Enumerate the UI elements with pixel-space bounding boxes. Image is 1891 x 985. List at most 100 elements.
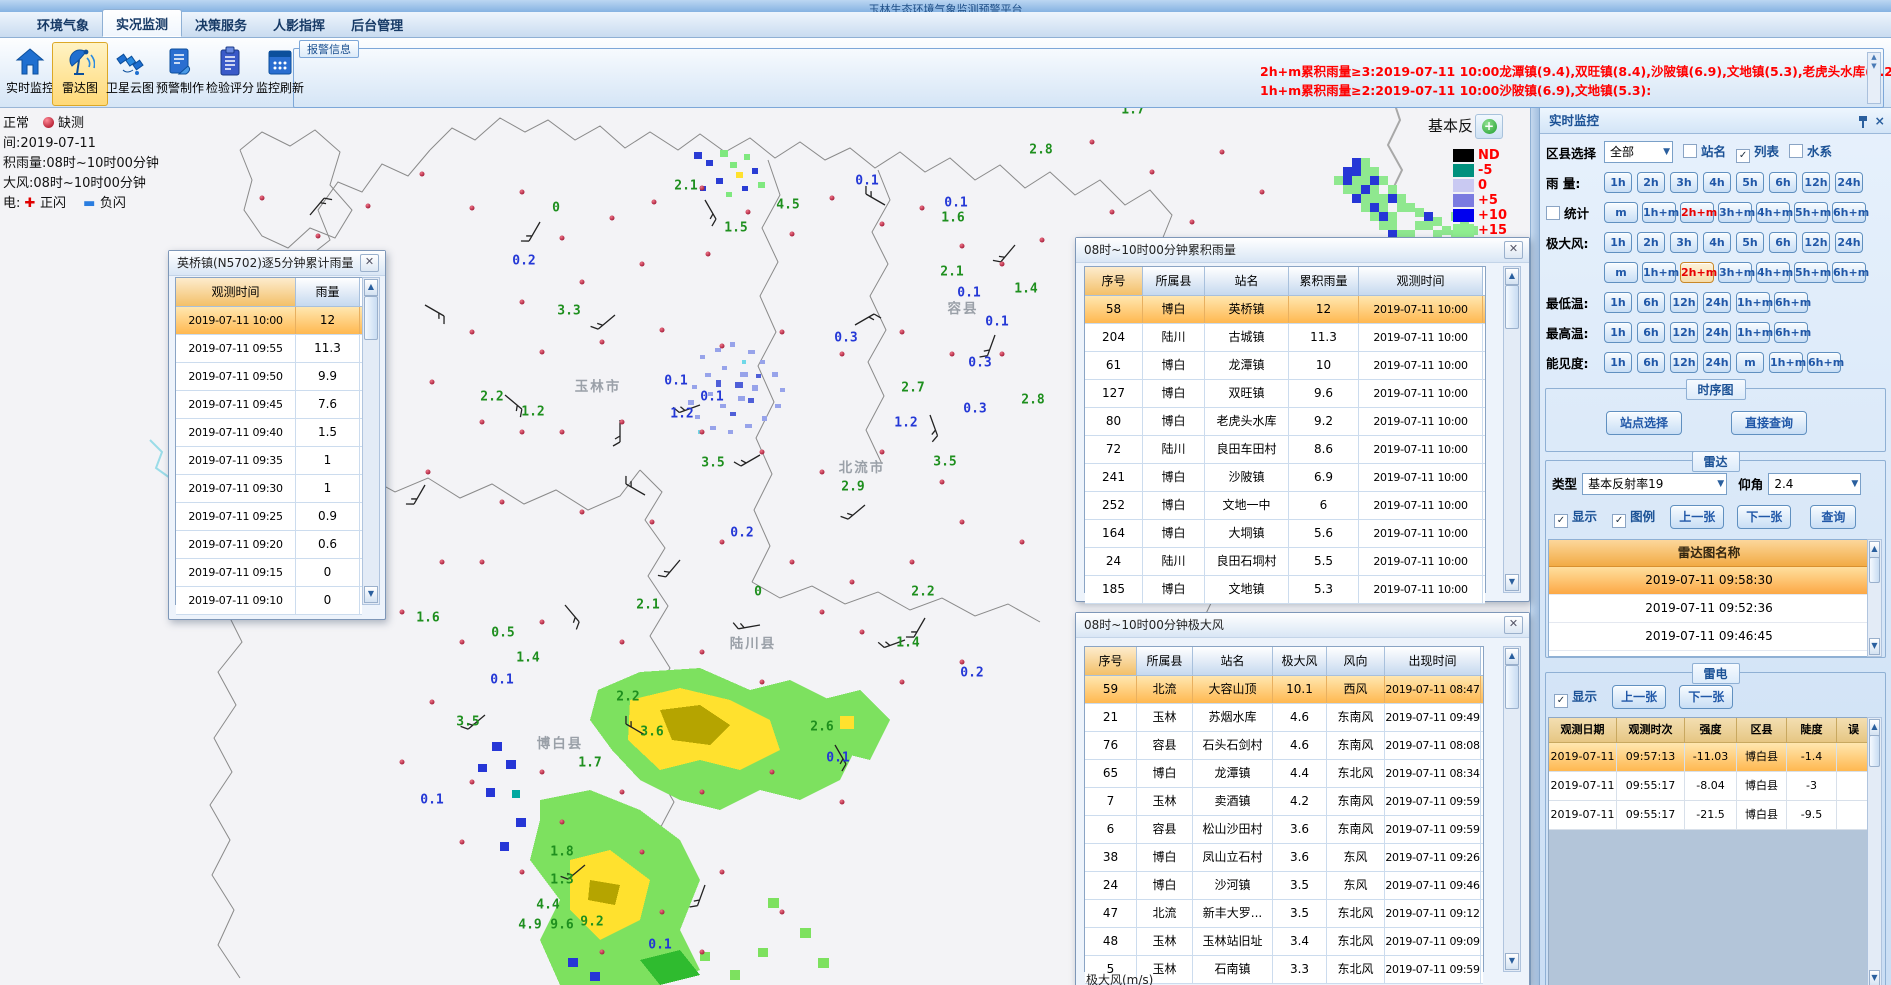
- radar-elev-select[interactable]: 2.4 ▼: [1768, 473, 1861, 495]
- range-button-3h[interactable]: 3h: [1670, 172, 1698, 193]
- radar-image-item[interactable]: 2019-07-11 09:46:45: [1549, 623, 1869, 651]
- range-button-6h+m[interactable]: 6h+m: [1832, 202, 1866, 223]
- range-button-6h[interactable]: 6h: [1769, 232, 1797, 253]
- radar-image-item[interactable]: 2019-07-11 09:52:36: [1549, 595, 1869, 623]
- table-row[interactable]: 2019-07-11 09:5511.3: [176, 335, 362, 363]
- range-button-1h[interactable]: 1h: [1604, 232, 1632, 253]
- window-titlebar[interactable]: 英桥镇(N5702)逐5分钟累计雨量 ✕: [169, 251, 385, 276]
- lightning-prev-button[interactable]: 上一张: [1612, 685, 1666, 709]
- scroll-up-icon[interactable]: ▲: [1869, 719, 1880, 736]
- range-button-6h[interactable]: 6h: [1637, 322, 1665, 343]
- 列表-checkbox[interactable]: ✓: [1736, 149, 1750, 163]
- table-row[interactable]: 65博白龙潭镇4.4东北风2019-07-11 08:34: [1085, 760, 1483, 788]
- radar-legend-checkbox[interactable]: ✓: [1612, 514, 1626, 528]
- radar-prev-button[interactable]: 上一张: [1670, 505, 1724, 529]
- scroll-thumb[interactable]: [1505, 665, 1519, 709]
- scroll-thumb[interactable]: [1869, 557, 1880, 583]
- scrollbar[interactable]: ▲ ▼: [362, 277, 380, 605]
- range-button-24h[interactable]: 24h: [1703, 352, 1731, 373]
- range-button-24h[interactable]: 24h: [1835, 232, 1863, 253]
- scroll-thumb[interactable]: [1505, 285, 1519, 329]
- column-header[interactable]: 雨量: [296, 278, 360, 306]
- column-header[interactable]: 出现时间: [1385, 647, 1481, 675]
- scroll-up-icon[interactable]: ▲: [1505, 648, 1519, 665]
- range-button-3h+m[interactable]: 3h+m: [1718, 202, 1752, 223]
- range-button-1h+m[interactable]: 1h+m: [1642, 262, 1676, 283]
- range-button-6h+m[interactable]: 6h+m: [1807, 352, 1841, 373]
- radar-show-checkbox[interactable]: ✓: [1554, 514, 1568, 528]
- range-button-12h[interactable]: 12h: [1670, 352, 1698, 373]
- scroll-down-icon[interactable]: ▼: [364, 586, 378, 603]
- scroll-down-icon[interactable]: ▼: [1869, 638, 1880, 655]
- range-button-m[interactable]: m: [1604, 202, 1638, 223]
- radar-next-button[interactable]: 下一张: [1737, 505, 1791, 529]
- stat-checkbox[interactable]: [1546, 206, 1560, 220]
- radar-image-item[interactable]: 2019-07-11 09:40:51: [1549, 651, 1869, 657]
- range-button-6h+m[interactable]: 6h+m: [1832, 262, 1866, 283]
- column-header[interactable]: 序号: [1085, 267, 1143, 295]
- range-button-5h[interactable]: 5h: [1736, 232, 1764, 253]
- scrollbar[interactable]: ▲ ▼: [1867, 539, 1882, 657]
- table-row[interactable]: 2019-07-11 09:150: [176, 559, 362, 587]
- range-button-2h[interactable]: 2h: [1637, 172, 1665, 193]
- table-row[interactable]: 7玉林卖酒镇4.2东南风2019-07-11 09:59: [1085, 788, 1483, 816]
- range-button-4h[interactable]: 4h: [1703, 172, 1731, 193]
- column-header[interactable]: 站名: [1205, 267, 1289, 295]
- column-header[interactable]: 区县: [1737, 718, 1787, 742]
- column-header[interactable]: 误: [1837, 718, 1871, 742]
- range-button-6h+m[interactable]: 6h+m: [1774, 322, 1808, 343]
- table-row[interactable]: 2019-07-11 09:301: [176, 475, 362, 503]
- toolbar-button-预警制作[interactable]: 预警制作: [152, 42, 208, 106]
- range-button-4h+m[interactable]: 4h+m: [1756, 202, 1790, 223]
- direct-query-button[interactable]: 直接查询: [1731, 411, 1807, 435]
- scrollbar[interactable]: ▲ ▼: [1503, 646, 1521, 972]
- table-row[interactable]: 2019-07-11 09:250.9: [176, 503, 362, 531]
- range-button-1h[interactable]: 1h: [1604, 322, 1632, 343]
- table-row[interactable]: 252博白文地一中62019-07-11 10:00: [1085, 492, 1485, 520]
- column-header[interactable]: 陡度: [1787, 718, 1837, 742]
- range-button-6h+m[interactable]: 6h+m: [1774, 292, 1808, 313]
- scroll-thumb[interactable]: [1869, 735, 1880, 767]
- column-header[interactable]: 观测时间: [176, 278, 296, 306]
- table-row[interactable]: 204陆川古城镇11.32019-07-11 10:00: [1085, 324, 1485, 352]
- scroll-down-icon[interactable]: ▼: [1505, 574, 1519, 591]
- 站名-checkbox[interactable]: [1683, 144, 1697, 158]
- column-header[interactable]: 累积雨量: [1289, 267, 1359, 295]
- window-titlebar[interactable]: 08时~10时00分钟累积雨量 ✕: [1076, 238, 1529, 263]
- table-row[interactable]: 164博白大垌镇5.62019-07-11 10:00: [1085, 520, 1485, 548]
- radar-query-button[interactable]: 查询: [1810, 505, 1856, 529]
- pin-icon[interactable]: [1858, 112, 1869, 137]
- table-row[interactable]: 2019-07-11 09:200.6: [176, 531, 362, 559]
- range-button-m[interactable]: m: [1604, 262, 1638, 283]
- range-button-1h[interactable]: 1h: [1604, 292, 1632, 313]
- range-button-4h+m[interactable]: 4h+m: [1756, 262, 1790, 283]
- legend-add-button[interactable]: +: [1475, 114, 1503, 139]
- alarm-scrollbar[interactable]: ▲▼: [1867, 52, 1881, 104]
- scroll-up-icon[interactable]: ▲: [364, 279, 378, 296]
- range-button-3h[interactable]: 3h: [1670, 232, 1698, 253]
- range-button-12h[interactable]: 12h: [1670, 292, 1698, 313]
- range-button-1h[interactable]: 1h: [1604, 352, 1632, 373]
- close-icon[interactable]: ×: [1875, 108, 1885, 133]
- lightning-next-button[interactable]: 下一张: [1679, 685, 1733, 709]
- table-row[interactable]: 80博白老虎头水库9.22019-07-11 10:00: [1085, 408, 1485, 436]
- table-row[interactable]: 2019-07-11 09:351: [176, 447, 362, 475]
- station-select-button[interactable]: 站点选择: [1606, 411, 1682, 435]
- scroll-up-icon[interactable]: ▲: [1869, 541, 1880, 558]
- toolbar-button-实时监控[interactable]: 实时监控: [2, 42, 58, 106]
- 水系-checkbox[interactable]: [1789, 144, 1803, 158]
- table-row[interactable]: 2019-07-11 09:509.9: [176, 363, 362, 391]
- range-button-2h+m[interactable]: 2h+m: [1680, 262, 1714, 283]
- range-button-24h[interactable]: 24h: [1703, 292, 1731, 313]
- table-row[interactable]: 59北流大容山顶10.1西风2019-07-11 08:47: [1085, 676, 1483, 704]
- column-header[interactable]: 风向: [1327, 647, 1385, 675]
- scroll-down-icon[interactable]: ▼: [1869, 970, 1880, 985]
- column-header[interactable]: 所属县: [1137, 647, 1193, 675]
- table-row[interactable]: 127博白双旺镇9.62019-07-11 10:00: [1085, 380, 1485, 408]
- close-icon[interactable]: ✕: [1504, 616, 1523, 634]
- scroll-thumb[interactable]: [364, 296, 378, 340]
- table-row[interactable]: 2019-07-11 09:100: [176, 587, 362, 615]
- close-icon[interactable]: ✕: [1504, 241, 1523, 259]
- range-button-2h[interactable]: 2h: [1637, 232, 1665, 253]
- range-button-m[interactable]: m: [1736, 352, 1764, 373]
